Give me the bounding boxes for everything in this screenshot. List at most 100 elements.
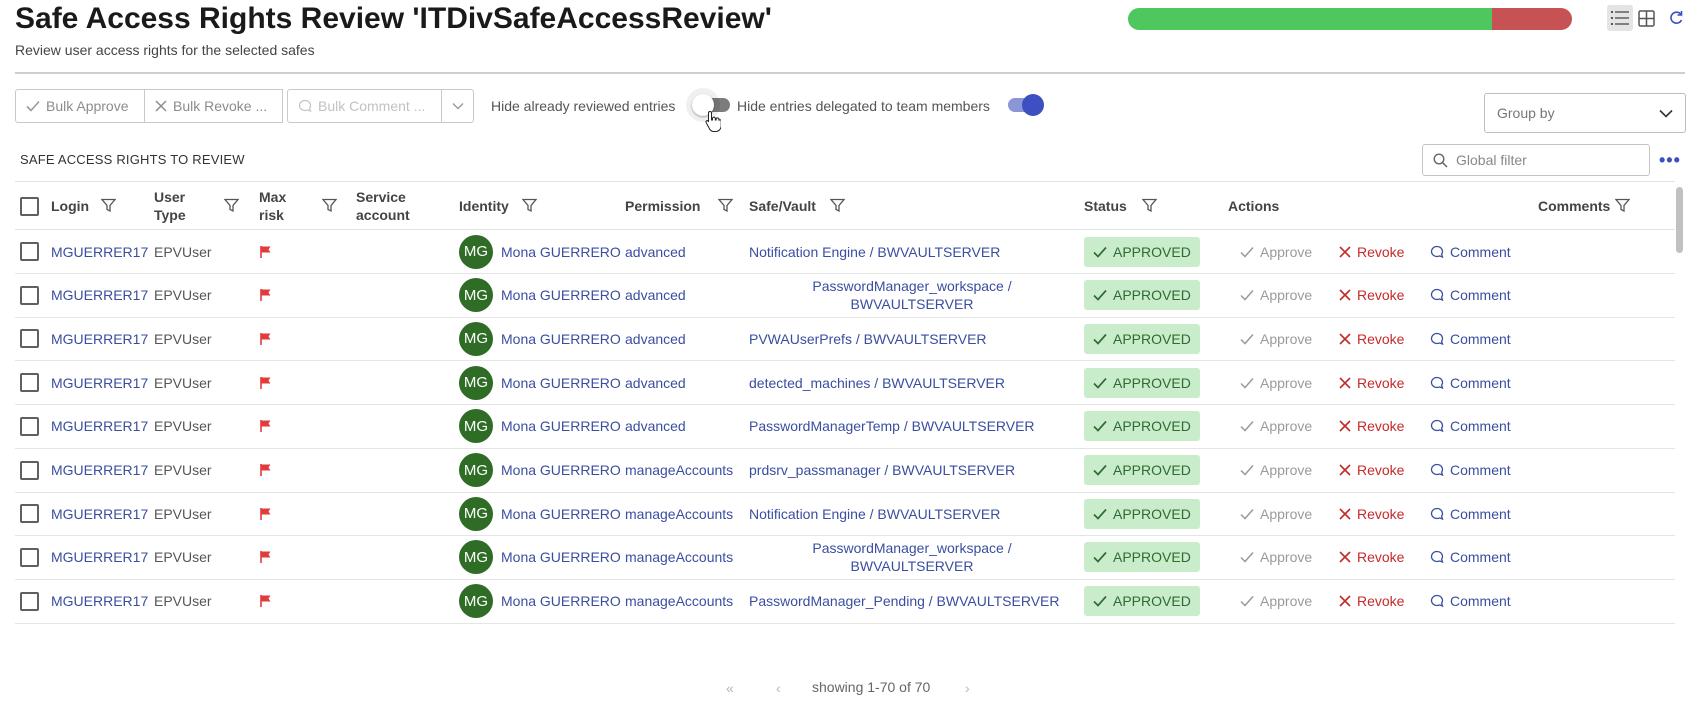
permission-link[interactable]: manageAccounts (625, 536, 733, 579)
approve-button[interactable]: Approve (1240, 287, 1312, 303)
permission-link[interactable]: advanced (625, 405, 686, 448)
column-header-comments[interactable]: Comments (1538, 182, 1610, 230)
approve-button[interactable]: Approve (1240, 462, 1312, 478)
approve-button[interactable]: Approve (1240, 375, 1312, 391)
pagination-next-button[interactable]: › (965, 680, 970, 696)
safe-vault-link[interactable]: prdsrv_passmanager / BWVAULTSERVER (749, 449, 1015, 492)
comment-button[interactable]: Comment (1430, 593, 1511, 609)
filter-icon[interactable] (522, 198, 537, 213)
permission-link[interactable]: manageAccounts (625, 492, 733, 535)
column-header-status[interactable]: Status (1084, 182, 1127, 230)
bulk-more-dropdown[interactable] (442, 89, 474, 123)
bulk-comment-button[interactable]: Bulk Comment ... (287, 89, 442, 123)
table-scrollbar-thumb[interactable] (1676, 187, 1683, 253)
safe-vault-link[interactable]: Notification Engine / BWVAULTSERVER (749, 230, 1000, 273)
revoke-button[interactable]: Revoke (1339, 375, 1404, 391)
revoke-button[interactable]: Revoke (1339, 287, 1404, 303)
row-checkbox[interactable] (20, 329, 39, 349)
approve-button[interactable]: Approve (1240, 593, 1312, 609)
filter-icon[interactable] (101, 198, 116, 213)
permission-link[interactable]: manageAccounts (625, 580, 733, 623)
permission-link[interactable]: advanced (625, 361, 686, 404)
bulk-approve-button[interactable]: Bulk Approve (15, 89, 145, 123)
identity-cell[interactable]: MG Mona GUERRERO (459, 230, 621, 273)
comment-button[interactable]: Comment (1430, 418, 1511, 434)
row-checkbox[interactable] (20, 591, 39, 611)
safe-vault-link[interactable]: PasswordManagerTemp / BWVAULTSERVER (749, 405, 1035, 448)
login-link[interactable]: MGUERRER17 (51, 492, 148, 535)
comment-button[interactable]: Comment (1430, 331, 1511, 347)
login-link[interactable]: MGUERRER17 (51, 317, 148, 360)
row-checkbox[interactable] (20, 242, 39, 261)
approve-button[interactable]: Approve (1240, 549, 1312, 565)
identity-cell[interactable]: MG Mona GUERRERO (459, 274, 621, 317)
approve-button[interactable]: Approve (1240, 331, 1312, 347)
identity-cell[interactable]: MG Mona GUERRERO (459, 405, 621, 448)
row-checkbox[interactable] (20, 504, 39, 524)
comment-button[interactable]: Comment (1430, 287, 1511, 303)
revoke-button[interactable]: Revoke (1339, 506, 1404, 522)
grid-view-button[interactable] (1633, 5, 1659, 31)
identity-cell[interactable]: MG Mona GUERRERO (459, 449, 621, 492)
login-link[interactable]: MGUERRER17 (51, 536, 148, 579)
approve-button[interactable]: Approve (1240, 506, 1312, 522)
row-checkbox[interactable] (20, 460, 39, 480)
permission-link[interactable]: advanced (625, 274, 686, 317)
table-scrollbar[interactable] (1676, 185, 1684, 663)
comment-button[interactable]: Comment (1430, 244, 1511, 260)
list-view-button[interactable] (1607, 5, 1633, 31)
column-header-identity[interactable]: Identity (459, 182, 509, 230)
pagination-first-button[interactable]: « (726, 680, 734, 696)
login-link[interactable]: MGUERRER17 (51, 274, 148, 317)
login-link[interactable]: MGUERRER17 (51, 361, 148, 404)
safe-vault-link[interactable]: PasswordManager_workspace / BWVAULTSERVE… (749, 536, 1075, 579)
permission-link[interactable]: advanced (625, 317, 686, 360)
pagination-prev-button[interactable]: ‹ (776, 680, 781, 696)
row-checkbox[interactable] (20, 416, 39, 436)
hide-delegated-toggle[interactable] (1008, 94, 1044, 116)
revoke-button[interactable]: Revoke (1339, 593, 1404, 609)
safe-vault-link[interactable]: PVWAUserPrefs / BWVAULTSERVER (749, 317, 987, 360)
comment-button[interactable]: Comment (1430, 375, 1511, 391)
login-link[interactable]: MGUERRER17 (51, 230, 148, 273)
comment-button[interactable]: Comment (1430, 549, 1511, 565)
login-link[interactable]: MGUERRER17 (51, 405, 148, 448)
row-checkbox[interactable] (20, 285, 39, 305)
refresh-button[interactable] (1663, 5, 1689, 31)
column-header-service-account[interactable]: Service account (356, 182, 410, 230)
column-header-login[interactable]: Login (51, 182, 89, 230)
filter-icon[interactable] (830, 198, 845, 213)
comment-button[interactable]: Comment (1430, 506, 1511, 522)
column-header-max-risk[interactable]: Max risk (259, 182, 286, 230)
row-checkbox[interactable] (20, 373, 39, 393)
column-header-safe-vault[interactable]: Safe/Vault (749, 182, 816, 230)
permission-link[interactable]: advanced (625, 230, 686, 273)
identity-cell[interactable]: MG Mona GUERRERO (459, 536, 621, 579)
safe-vault-link[interactable]: detected_machines / BWVAULTSERVER (749, 361, 1005, 404)
revoke-button[interactable]: Revoke (1339, 331, 1404, 347)
global-filter-input[interactable]: Global filter (1422, 144, 1650, 176)
filter-icon[interactable] (1142, 198, 1157, 213)
permission-link[interactable]: manageAccounts (625, 449, 733, 492)
identity-cell[interactable]: MG Mona GUERRERO (459, 361, 621, 404)
revoke-button[interactable]: Revoke (1339, 418, 1404, 434)
group-by-select[interactable]: Group by (1484, 93, 1686, 133)
revoke-button[interactable]: Revoke (1339, 462, 1404, 478)
identity-cell[interactable]: MG Mona GUERRERO (459, 580, 621, 623)
safe-vault-link[interactable]: PasswordManager_workspace / BWVAULTSERVE… (749, 274, 1075, 317)
filter-icon[interactable] (718, 198, 733, 213)
approve-button[interactable]: Approve (1240, 418, 1312, 434)
filter-icon[interactable] (322, 198, 337, 213)
filter-icon[interactable] (1615, 198, 1630, 213)
select-all-checkbox[interactable] (20, 196, 39, 216)
row-checkbox[interactable] (20, 547, 39, 567)
filter-icon[interactable] (224, 198, 239, 213)
identity-cell[interactable]: MG Mona GUERRERO (459, 317, 621, 360)
column-header-permission[interactable]: Permission (625, 182, 700, 230)
safe-vault-link[interactable]: Notification Engine / BWVAULTSERVER (749, 492, 1000, 535)
comment-button[interactable]: Comment (1430, 462, 1511, 478)
column-header-user-type[interactable]: User Type (154, 182, 186, 230)
login-link[interactable]: MGUERRER17 (51, 449, 148, 492)
revoke-button[interactable]: Revoke (1339, 549, 1404, 565)
revoke-button[interactable]: Revoke (1339, 244, 1404, 260)
